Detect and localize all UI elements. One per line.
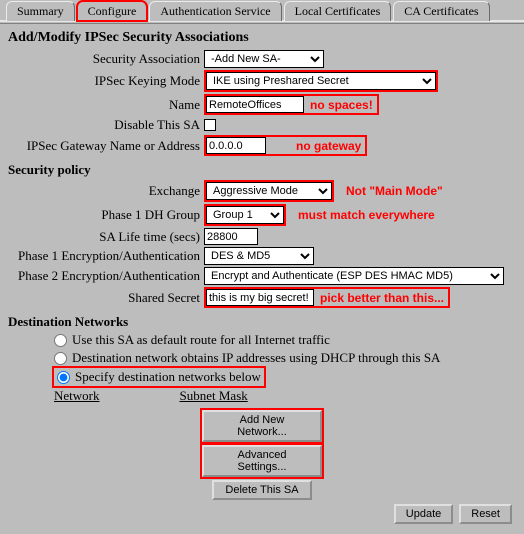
label-exchange: Exchange [8,183,204,199]
annotation-no-spaces: no spaces! [310,98,373,112]
checkbox-disable-sa[interactable] [204,119,216,131]
radio-specify-networks[interactable]: Specify destination networks below [54,368,264,386]
label-gateway-address: IPSec Gateway Name or Address [8,138,204,154]
radio-group-destination: Use this SA as default route for all Int… [54,332,516,386]
tab-local-certificates[interactable]: Local Certificates [284,1,392,21]
annotation-must-match: must match everywhere [298,208,435,222]
select-exchange[interactable]: Aggressive Mode [206,182,332,200]
label-phase2-enc-auth: Phase 2 Encryption/Authentication [8,268,204,284]
label-phase1-dh-group: Phase 1 DH Group [8,207,204,223]
annotation-not-main-mode: Not "Main Mode" [346,184,443,198]
input-gateway-address[interactable] [206,137,266,154]
input-sa-lifetime[interactable] [204,228,258,245]
select-phase1-dh-group[interactable]: Group 1 [206,206,284,224]
col-header-network: Network [54,388,100,404]
label-name: Name [8,97,204,113]
input-name[interactable] [206,96,304,113]
button-add-new-network[interactable]: Add New Network... [202,410,322,442]
annotation-no-gateway: no gateway [296,139,361,153]
label-keying-mode: IPSec Keying Mode [8,73,204,89]
panel-heading: Add/Modify IPSec Security Associations [8,30,516,46]
select-phase1-enc-auth[interactable]: DES & MD5 [204,247,314,265]
select-security-association[interactable]: -Add New SA- [204,50,324,68]
tab-bar: Summary Configure Authentication Service… [0,0,524,22]
button-reset[interactable]: Reset [459,504,512,524]
radio-default-route[interactable]: Use this SA as default route for all Int… [54,332,516,348]
label-phase1-enc-auth: Phase 1 Encryption/Authentication [8,248,204,264]
label-sa-lifetime: SA Life time (secs) [8,229,204,245]
select-keying-mode[interactable]: IKE using Preshared Secret [206,72,436,90]
label-shared-secret: Shared Secret [8,290,204,306]
annotation-pick-better: pick better than this... [320,291,444,305]
tab-summary[interactable]: Summary [6,1,75,21]
button-advanced-settings[interactable]: Advanced Settings... [202,445,322,477]
section-security-policy: Security policy [8,162,516,178]
col-header-subnet-mask: Subnet Mask [180,388,248,404]
button-update[interactable]: Update [394,504,453,524]
label-security-association: Security Association [8,51,204,67]
tab-authentication-service[interactable]: Authentication Service [149,1,281,21]
section-destination-networks: Destination Networks [8,314,516,330]
tab-configure[interactable]: Configure [77,1,148,21]
button-delete-this-sa[interactable]: Delete This SA [212,480,312,500]
radio-dhcp[interactable]: Destination network obtains IP addresses… [54,350,516,366]
input-shared-secret[interactable] [206,289,314,306]
label-disable-sa: Disable This SA [8,117,204,133]
tab-ca-certificates[interactable]: CA Certificates [393,1,489,21]
panel-configure: Add/Modify IPSec Security Associations S… [0,24,524,511]
select-phase2-enc-auth[interactable]: Encrypt and Authenticate (ESP DES HMAC M… [204,267,504,285]
